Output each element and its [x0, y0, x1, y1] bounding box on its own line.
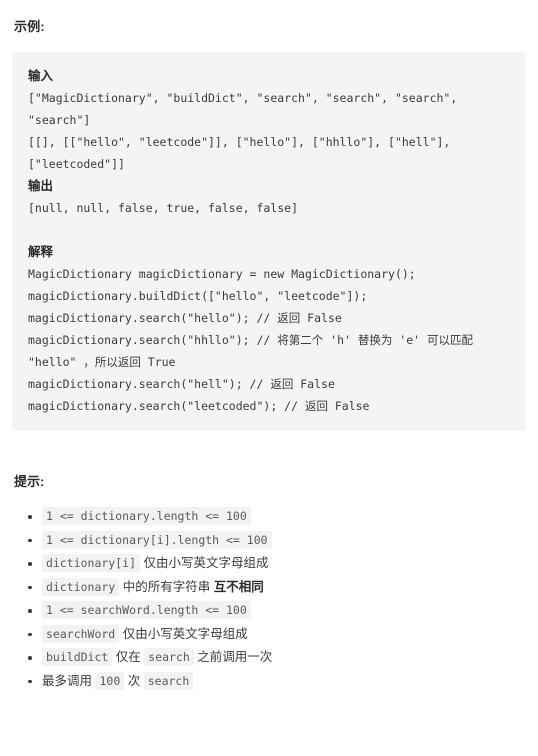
hint-text: 之前调用一次: [193, 650, 273, 664]
code-spacer: [28, 219, 510, 241]
hint-list-item: 1 <= dictionary.length <= 100: [28, 505, 526, 529]
example-sub-heading: 解释: [28, 245, 54, 259]
inline-code: 1 <= dictionary[i].length <= 100: [42, 530, 272, 549]
hints-list: 1 <= dictionary.length <= 100 1 <= dictio…: [12, 505, 526, 693]
code-line: [null, null, false, true, false, false]: [28, 201, 299, 215]
hints-section-heading: 提示:: [14, 474, 45, 489]
example-section-heading: 示例:: [14, 19, 45, 34]
emphasis-text: 互不相同: [213, 579, 264, 594]
code-line: MagicDictionary magicDictionary = new Ma…: [28, 267, 416, 281]
inline-code: 1 <= searchWord.length <= 100: [42, 601, 251, 619]
inline-code: 100: [95, 671, 125, 690]
inline-code: dictionary[i]: [42, 554, 141, 572]
example-sub-heading: 输入: [28, 69, 54, 83]
inline-code: search: [143, 671, 194, 690]
hint-list-item: dictionary[i] 仅由小写英文字母组成: [28, 552, 526, 576]
inline-code: 1 <= dictionary.length <= 100: [42, 507, 251, 525]
hint-list-item: searchWord 仅由小写英文字母组成: [28, 623, 526, 647]
hint-list-item: buildDict 仅在 search 之前调用一次: [28, 646, 526, 670]
inline-code: buildDict: [42, 648, 113, 666]
example-code-block: 输入 ["MagicDictionary", "buildDict", "sear…: [12, 52, 526, 431]
hint-text: 仅由小写英文字母组成: [119, 626, 248, 641]
code-line: ["MagicDictionary", "buildDict", "search…: [28, 91, 465, 127]
example-sub-heading: 输出: [28, 179, 54, 193]
hint-list-item: 最多调用 100 次 search: [28, 670, 526, 694]
code-line: magicDictionary.search("hhllo"); // 将第二个…: [28, 333, 480, 369]
hint-list-item: 1 <= searchWord.length <= 100: [28, 599, 526, 623]
problem-description-page: 示例: 输入 ["MagicDictionary", "buildDict", "…: [0, 0, 538, 693]
code-line: [[], [["hello", "leetcode"]], ["hello"],…: [28, 135, 458, 171]
hint-text: 次: [124, 673, 144, 688]
inline-code: searchWord: [42, 624, 120, 643]
code-line: magicDictionary.search("hello"); // 返回 F…: [28, 311, 342, 325]
hint-text: 仅由小写英文字母组成: [140, 556, 269, 570]
inline-code: dictionary: [42, 577, 120, 596]
hint-text: 中的所有字符串: [119, 579, 214, 594]
hint-list-item: 1 <= dictionary[i].length <= 100: [28, 529, 526, 553]
code-line: magicDictionary.search("hell"); // 返回 Fa…: [28, 377, 335, 391]
code-line: magicDictionary.search("leetcoded"); // …: [28, 399, 370, 413]
hint-text: 仅在: [112, 650, 145, 664]
code-line: magicDictionary.buildDict(["hello", "lee…: [28, 289, 368, 303]
hint-text: 最多调用: [42, 673, 96, 688]
hint-list-item: dictionary 中的所有字符串 互不相同: [28, 576, 526, 600]
inline-code: search: [144, 648, 194, 666]
